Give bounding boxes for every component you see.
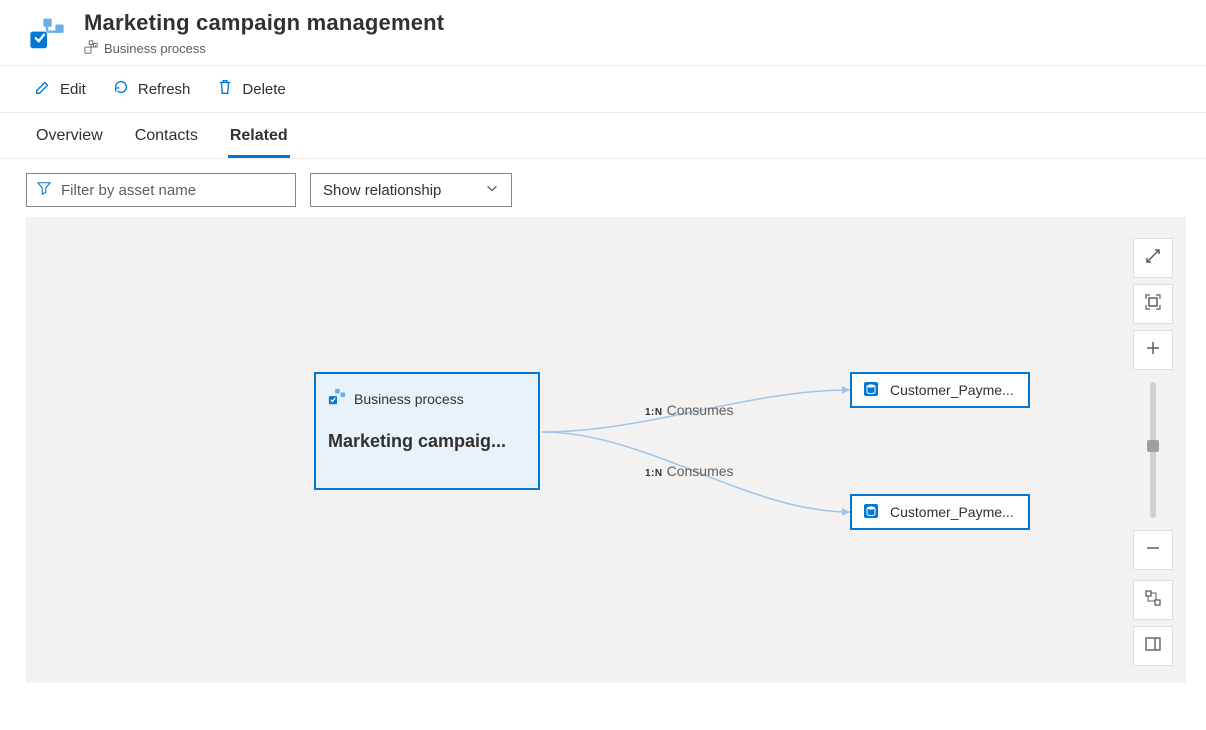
subtitle-icon [84, 40, 98, 57]
edge-label-1: 1:NConsumes [645, 402, 734, 418]
panel-icon [1144, 635, 1162, 658]
edit-icon [34, 78, 52, 100]
tab-overview[interactable]: Overview [34, 113, 105, 158]
refresh-button[interactable]: Refresh [108, 74, 195, 104]
zoom-in-button[interactable] [1133, 330, 1173, 370]
delete-button[interactable]: Delete [212, 74, 289, 104]
data-asset-icon [862, 380, 880, 401]
relationship-edges [27, 218, 1185, 682]
page-header: Marketing campaign management Business p… [0, 0, 1206, 65]
node-related-1[interactable]: Customer_Payme... [850, 372, 1030, 408]
expand-icon [1144, 247, 1162, 270]
filter-icon [37, 181, 51, 199]
relationship-canvas[interactable]: Business process Marketing campaig... 1:… [26, 217, 1186, 683]
edge-label-2: 1:NConsumes [645, 463, 734, 479]
fit-icon [1144, 293, 1162, 316]
canvas-controls [1133, 238, 1173, 666]
refresh-icon [112, 78, 130, 100]
zoom-out-button[interactable] [1133, 530, 1173, 570]
relationship-select[interactable]: Show relationship [310, 173, 512, 207]
minus-icon [1144, 539, 1162, 562]
filter-bar: Filter by asset name Show relationship [0, 159, 1206, 217]
tab-bar: Overview Contacts Related [0, 113, 1206, 159]
panel-toggle-button[interactable] [1133, 626, 1173, 666]
zoom-thumb[interactable] [1147, 440, 1159, 452]
edit-button[interactable]: Edit [30, 74, 90, 104]
fit-button[interactable] [1133, 284, 1173, 324]
page-subtitle: Business process [84, 40, 444, 57]
filter-input[interactable]: Filter by asset name [26, 173, 296, 207]
mini-map-icon [1144, 589, 1162, 612]
business-process-icon [328, 388, 346, 409]
node-main[interactable]: Business process Marketing campaig... [314, 372, 540, 490]
node-related-2[interactable]: Customer_Payme... [850, 494, 1030, 530]
expand-button[interactable] [1133, 238, 1173, 278]
zoom-slider[interactable] [1150, 382, 1156, 518]
delete-icon [216, 78, 234, 100]
command-bar: Edit Refresh Delete [0, 65, 1206, 113]
business-process-icon [28, 15, 66, 53]
node-type: Business process [328, 388, 526, 409]
tab-contacts[interactable]: Contacts [133, 113, 200, 158]
mini-map-button[interactable] [1133, 580, 1173, 620]
node-title: Marketing campaig... [328, 431, 526, 452]
filter-placeholder: Filter by asset name [61, 182, 196, 199]
tab-related[interactable]: Related [228, 113, 290, 158]
page-title: Marketing campaign management [84, 10, 444, 36]
chevron-down-icon [485, 181, 499, 199]
data-asset-icon [862, 502, 880, 523]
plus-icon [1144, 339, 1162, 362]
